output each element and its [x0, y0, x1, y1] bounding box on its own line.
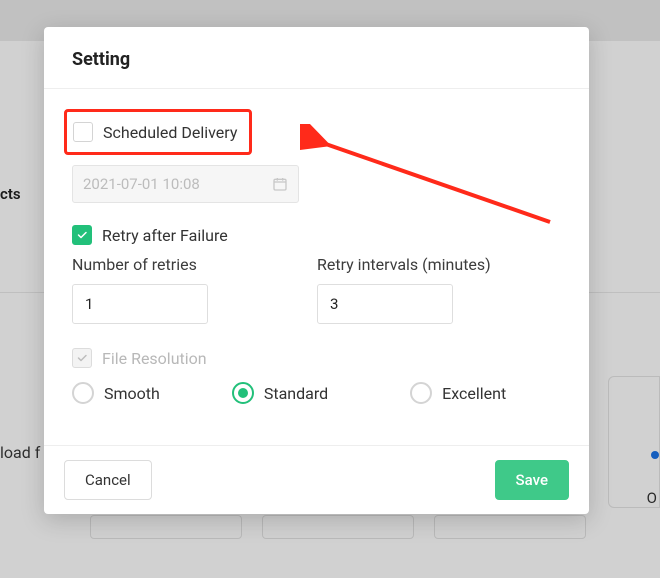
resolution-excellent-label: Excellent — [442, 384, 506, 403]
scheduled-datetime-value: 2021-07-01 10:08 — [83, 175, 200, 193]
cancel-button[interactable]: Cancel — [64, 460, 152, 500]
file-resolution-row: File Resolution — [72, 348, 561, 368]
radio-icon — [72, 382, 94, 404]
modal-title: Setting — [72, 49, 561, 70]
retry-interval-label: Retry intervals (minutes) — [317, 255, 532, 274]
file-resolution-label: File Resolution — [102, 349, 207, 368]
save-button[interactable]: Save — [495, 460, 569, 500]
settings-modal: Setting Scheduled Delivery 2021-07-01 10… — [44, 27, 589, 514]
retry-label: Retry after Failure — [102, 226, 228, 245]
retry-number-col: Number of retries 1 — [72, 255, 287, 324]
scheduled-delivery-highlight: Scheduled Delivery — [64, 109, 252, 155]
scheduled-delivery-row: Scheduled Delivery — [72, 109, 561, 155]
calendar-icon — [272, 176, 288, 192]
modal-footer: Cancel Save — [44, 445, 589, 514]
resolution-option-excellent[interactable]: Excellent — [410, 382, 506, 404]
cancel-button-label: Cancel — [85, 471, 131, 489]
retry-interval-input[interactable]: 3 — [317, 284, 453, 324]
retry-checkbox[interactable] — [72, 225, 92, 245]
scheduled-delivery-checkbox[interactable] — [73, 122, 93, 142]
check-icon — [76, 229, 88, 241]
retry-number-value: 1 — [85, 295, 93, 313]
file-resolution-checkbox — [72, 348, 92, 368]
save-button-label: Save — [516, 471, 548, 489]
scheduled-datetime-input[interactable]: 2021-07-01 10:08 — [72, 165, 299, 203]
retry-row: Retry after Failure — [72, 225, 561, 245]
retry-number-label: Number of retries — [72, 255, 287, 274]
resolution-option-standard[interactable]: Standard — [232, 382, 328, 404]
retry-interval-col: Retry intervals (minutes) 3 — [317, 255, 532, 324]
resolution-smooth-label: Smooth — [104, 384, 160, 403]
check-icon — [76, 352, 88, 364]
resolution-standard-label: Standard — [264, 384, 328, 403]
file-resolution-options: Smooth Standard Excellent — [72, 382, 561, 404]
resolution-option-smooth[interactable]: Smooth — [72, 382, 160, 404]
retry-fields: Number of retries 1 Retry intervals (min… — [72, 255, 561, 324]
scheduled-delivery-label: Scheduled Delivery — [103, 123, 237, 142]
radio-icon — [410, 382, 432, 404]
radio-icon — [232, 382, 254, 404]
retry-number-input[interactable]: 1 — [72, 284, 208, 324]
modal-header: Setting — [44, 27, 589, 89]
modal-body: Scheduled Delivery 2021-07-01 10:08 Retr… — [44, 89, 589, 445]
retry-interval-value: 3 — [330, 295, 338, 313]
